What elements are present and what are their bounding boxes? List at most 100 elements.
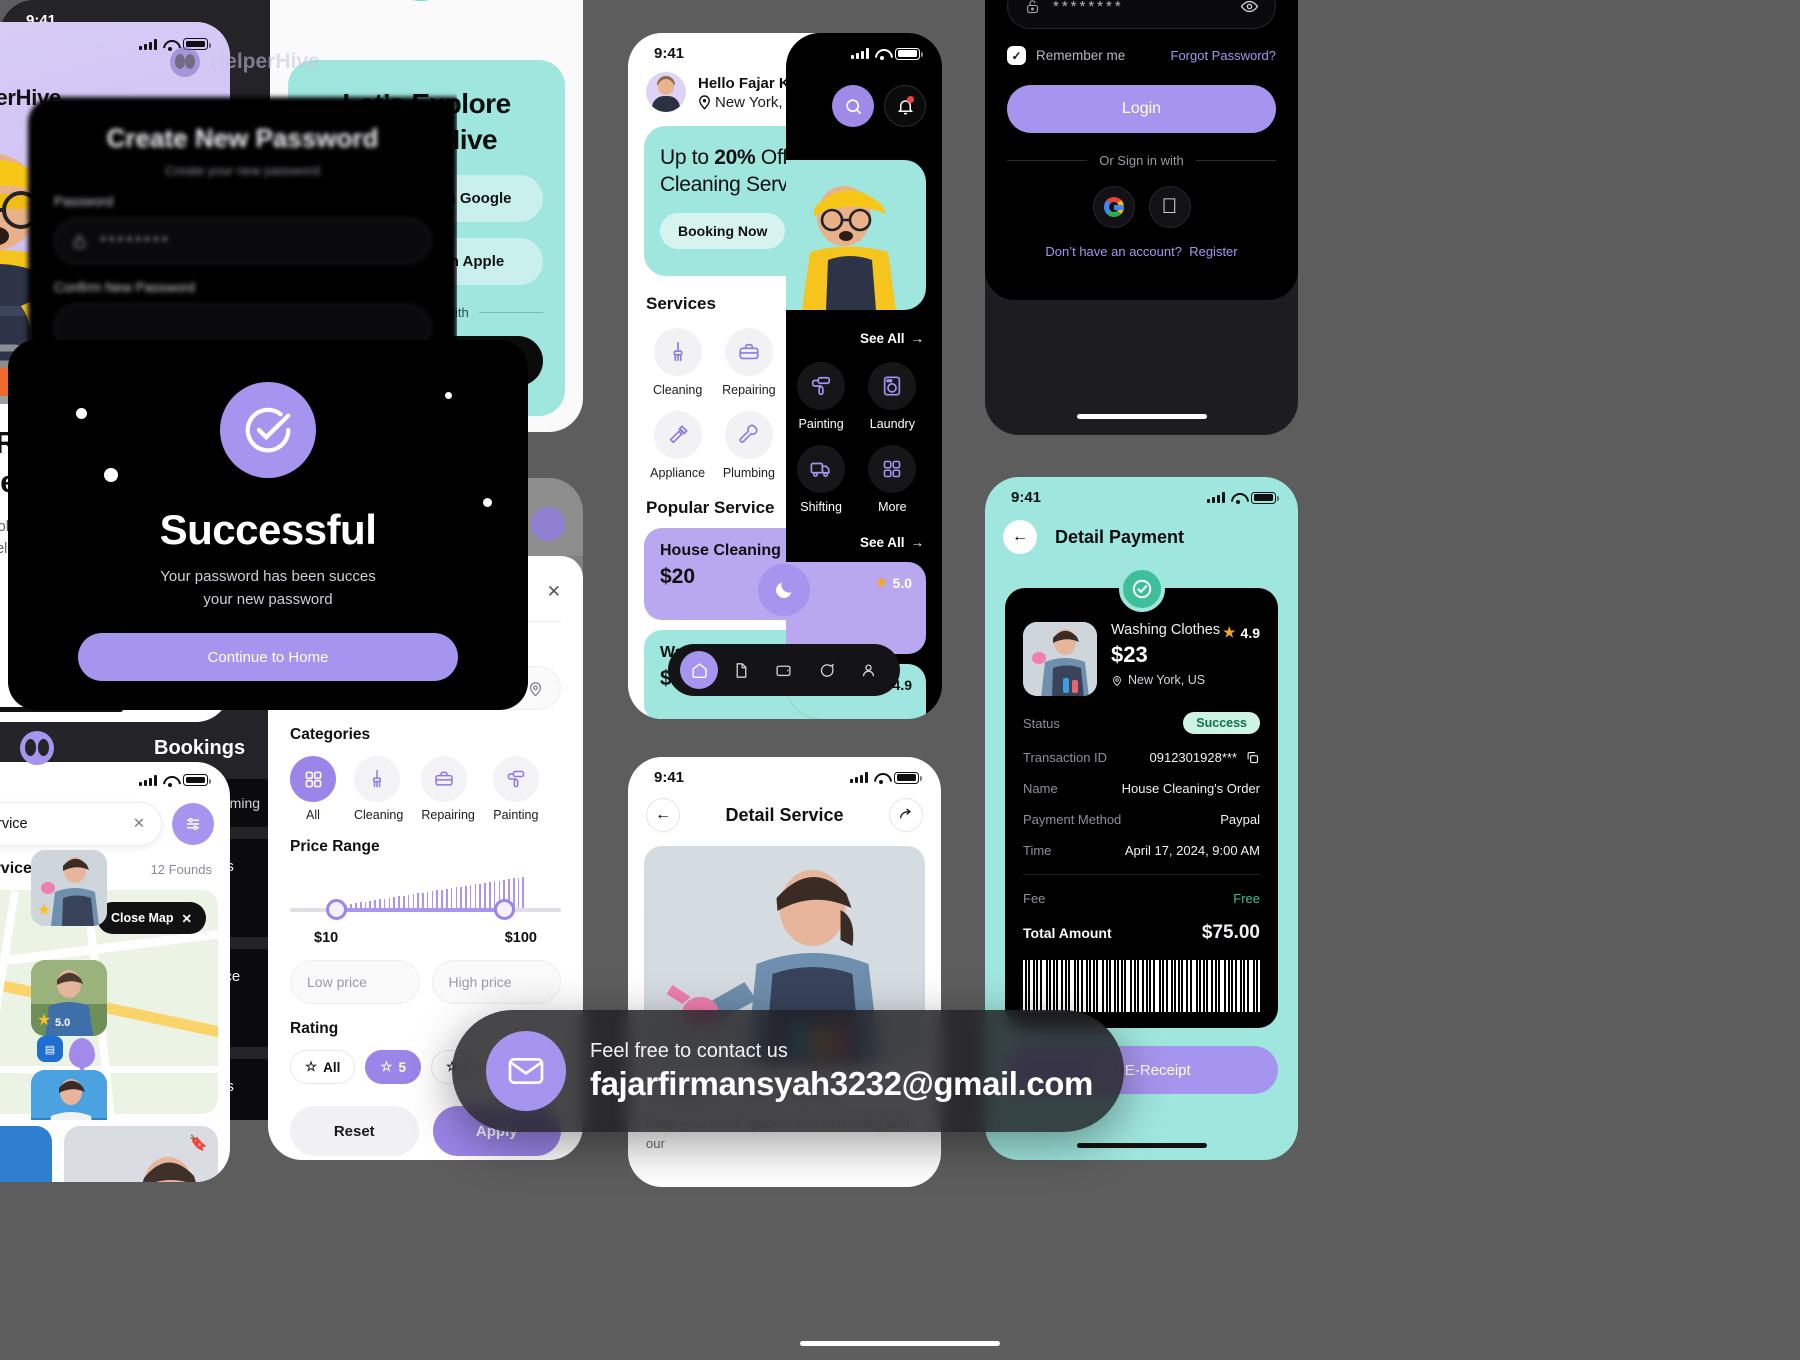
success-message-line2: your new password <box>203 590 333 608</box>
filter-button[interactable] <box>172 803 214 845</box>
tab-profile[interactable] <box>850 651 888 689</box>
booking-now-button[interactable]: Booking Now <box>660 212 786 249</box>
popular-header-dark: Popular Service See All → <box>786 514 942 552</box>
status-icons <box>1207 491 1279 504</box>
service-repairing[interactable]: Repairing <box>715 328 782 397</box>
back-button[interactable]: ← <box>646 798 680 832</box>
row-key: Transaction ID <box>1023 750 1108 765</box>
share-button[interactable] <box>888 798 923 832</box>
eye-icon[interactable] <box>1240 0 1259 16</box>
map-cluster-marker[interactable]: ▤ <box>37 1036 63 1062</box>
tab-wallet[interactable] <box>765 651 803 689</box>
service-more[interactable]: More <box>859 445 926 514</box>
copy-icon[interactable] <box>1245 750 1260 765</box>
category-cleaning[interactable]: Cleaning <box>354 756 403 822</box>
services-see-all[interactable]: See All → <box>860 331 924 346</box>
forgot-password-link[interactable]: Forgot Password? <box>1171 48 1277 63</box>
tab-chat[interactable] <box>807 651 845 689</box>
google-icon <box>1103 197 1124 217</box>
continue-home-button[interactable]: Continue to Home <box>78 633 458 681</box>
paint-roller-icon <box>797 362 846 410</box>
clear-icon[interactable]: ✕ <box>133 816 145 832</box>
popular-card-dark-1[interactable]: ★ 5.0 <box>786 562 926 654</box>
services-header-dark: Services See All → <box>786 310 942 348</box>
success-message: Your password has been succes your new p… <box>48 566 488 611</box>
notifications-button[interactable] <box>884 85 926 127</box>
service-laundry[interactable]: Laundry <box>859 362 926 431</box>
filter-toggle-button[interactable] <box>531 507 565 541</box>
filter-icon <box>187 818 199 830</box>
home-icon <box>692 662 707 678</box>
price-range-slider[interactable] <box>290 876 561 934</box>
toolbox-icon <box>724 328 773 376</box>
popular-see-all[interactable]: See All → <box>860 535 924 550</box>
toolbox-icon <box>421 756 468 802</box>
battery-icon <box>1251 491 1279 504</box>
location-pin-icon <box>1113 675 1121 686</box>
service-label: More <box>878 500 907 514</box>
row-value: House Cleaning's Order <box>1121 781 1260 796</box>
map-search-value: Cleaning Service <box>0 816 28 832</box>
wifi-icon <box>874 772 888 784</box>
service-painting[interactable]: Painting <box>788 362 855 431</box>
category-all[interactable]: All <box>290 756 336 822</box>
slider-knob-max[interactable] <box>494 899 515 920</box>
service-shifting[interactable]: Shifting <box>788 445 855 514</box>
slider-knob-min[interactable] <box>326 899 347 920</box>
service-appliance[interactable]: Appliance <box>644 411 711 480</box>
rating-chip-all[interactable]: ☆ All <box>290 1050 356 1084</box>
reset-button[interactable]: Reset <box>290 1106 419 1156</box>
rating-chip-5[interactable]: ☆ 5 <box>365 1050 421 1084</box>
category-painting[interactable]: Painting <box>492 756 539 822</box>
apple-signin-button[interactable]:  <box>1148 186 1191 228</box>
contact-bar: Feel free to contact us fajarfirmansyah3… <box>452 1010 1124 1132</box>
arrow-right-icon: → <box>910 534 925 550</box>
back-button[interactable]: ← <box>1003 520 1037 554</box>
star-icon: ★ <box>1222 624 1236 640</box>
close-icon[interactable]: ✕ <box>547 582 561 602</box>
tab-bookings[interactable] <box>723 651 761 689</box>
status-icons <box>139 774 211 787</box>
search-button[interactable] <box>832 85 874 127</box>
close-icon: ✕ <box>181 911 192 926</box>
booking-now-label: Booking Now <box>678 222 768 239</box>
barcode <box>1023 960 1260 1012</box>
service-label: Repairing <box>722 383 776 397</box>
payment-row-status: Status Success <box>1023 712 1260 734</box>
success-message-line1: Your password has been succes <box>160 568 376 585</box>
promo-banner-dark[interactable] <box>786 160 926 310</box>
signal-icon <box>1207 492 1225 503</box>
envelope-icon <box>508 1058 544 1084</box>
close-map-button[interactable]: Close Map ✕ <box>97 902 206 934</box>
row-value: Paypal <box>1220 812 1260 827</box>
payment-row-transaction: Transaction ID 0912301928*** <box>1023 750 1260 765</box>
status-bar: 9:41 <box>786 33 942 64</box>
high-price-input[interactable]: High price <box>431 960 561 1004</box>
theme-toggle-button[interactable] <box>758 564 810 616</box>
service-cleaning[interactable]: Cleaning <box>644 328 711 397</box>
contact-email[interactable]: fajarfirmansyah3232@gmail.com <box>590 1065 1093 1103</box>
remember-me-checkbox[interactable]: ✓ Remember me <box>1007 46 1125 65</box>
divider <box>1023 874 1260 875</box>
booking-rating: 5.0 <box>55 1017 71 1029</box>
google-signin-button[interactable] <box>1092 186 1135 228</box>
cleaner-photo <box>1023 622 1097 696</box>
popular-rating: ★ 5.0 <box>875 574 912 591</box>
map-search-input[interactable]: Cleaning Service ✕ <box>0 802 162 846</box>
map-result-card[interactable]: 🔖 <box>0 1126 52 1182</box>
password-input[interactable]: ******** <box>54 218 431 264</box>
login-button[interactable]: Login <box>1007 85 1276 133</box>
map-pin[interactable] <box>69 1038 95 1073</box>
tab-home[interactable] <box>680 651 719 689</box>
newpass-subtitle: Create your new password <box>165 163 320 178</box>
avatar[interactable] <box>646 72 686 112</box>
low-price-input[interactable]: Low price <box>290 960 420 1004</box>
password-input[interactable]: ******** <box>1007 0 1276 29</box>
document-icon <box>736 662 747 678</box>
register-link[interactable]: Register <box>1189 244 1237 259</box>
search-icon <box>845 98 861 114</box>
service-plumbing[interactable]: Plumbing <box>715 411 782 480</box>
status-bar: 9:41 <box>628 757 941 788</box>
map-result-card[interactable]: 🔖 <box>63 1126 218 1182</box>
category-repairing[interactable]: Repairing <box>421 756 475 822</box>
